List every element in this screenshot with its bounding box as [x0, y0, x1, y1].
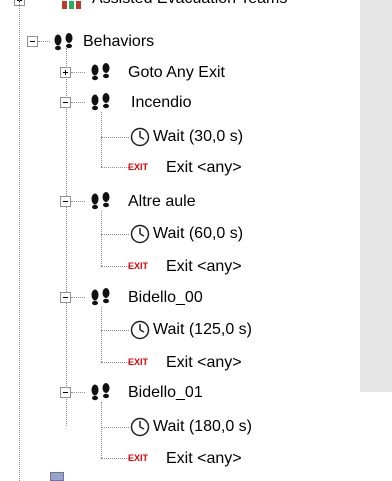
behaviors-label[interactable]: Behaviors — [83, 32, 154, 52]
clock-icon — [130, 320, 150, 345]
behavior-goto-any-exit[interactable]: Goto Any Exit — [128, 63, 225, 83]
expander-altre-aule[interactable] — [60, 196, 71, 207]
footprints-icon — [89, 288, 115, 311]
next-node-icon — [50, 472, 64, 481]
footprints-icon — [52, 33, 78, 56]
wait-step[interactable]: Wait (60,0 s) — [153, 224, 243, 244]
behavior-bidello-00[interactable]: Bidello_00 — [128, 288, 203, 308]
behavior-bidello-01[interactable]: Bidello_01 — [128, 383, 203, 403]
exit-step[interactable]: Exit <any> — [166, 449, 242, 469]
clock-icon — [130, 224, 150, 249]
partial-top-label: Assisted Evacuation Teams — [92, 0, 287, 9]
behavior-altre-aule[interactable]: Altre aule — [128, 192, 196, 212]
footprints-icon — [89, 93, 115, 116]
expander-incendio[interactable] — [60, 97, 71, 108]
behavior-incendio[interactable]: Incendio — [131, 93, 192, 113]
expander-behaviors[interactable] — [27, 36, 38, 47]
clock-icon — [130, 417, 150, 442]
exit-step[interactable]: Exit <any> — [166, 158, 242, 178]
exit-badge-icon: EXIT — [128, 357, 149, 367]
exit-badge-icon: EXIT — [128, 261, 149, 271]
exit-step[interactable]: Exit <any> — [166, 257, 242, 277]
footprints-icon — [89, 63, 115, 86]
exit-badge-icon: EXIT — [128, 162, 149, 172]
expander-bidello-01[interactable] — [60, 387, 71, 398]
wait-step[interactable]: Wait (125,0 s) — [153, 320, 252, 340]
exit-badge-icon: EXIT — [128, 453, 149, 463]
team-icon — [62, 0, 88, 14]
footprints-icon — [89, 192, 115, 215]
expander-goto-any-exit[interactable] — [60, 67, 71, 78]
footprints-icon — [89, 383, 115, 406]
clock-icon — [130, 127, 150, 152]
wait-step[interactable]: Wait (180,0 s) — [153, 417, 252, 437]
wait-step[interactable]: Wait (30,0 s) — [153, 127, 243, 147]
behavior-tree[interactable]: Assisted Evacuation Teams Behaviors Goto… — [0, 0, 360, 481]
scrollbar-gap — [360, 392, 392, 481]
expander-bidello-00[interactable] — [60, 292, 71, 303]
vertical-scrollbar[interactable] — [360, 0, 392, 392]
exit-step[interactable]: Exit <any> — [166, 353, 242, 373]
